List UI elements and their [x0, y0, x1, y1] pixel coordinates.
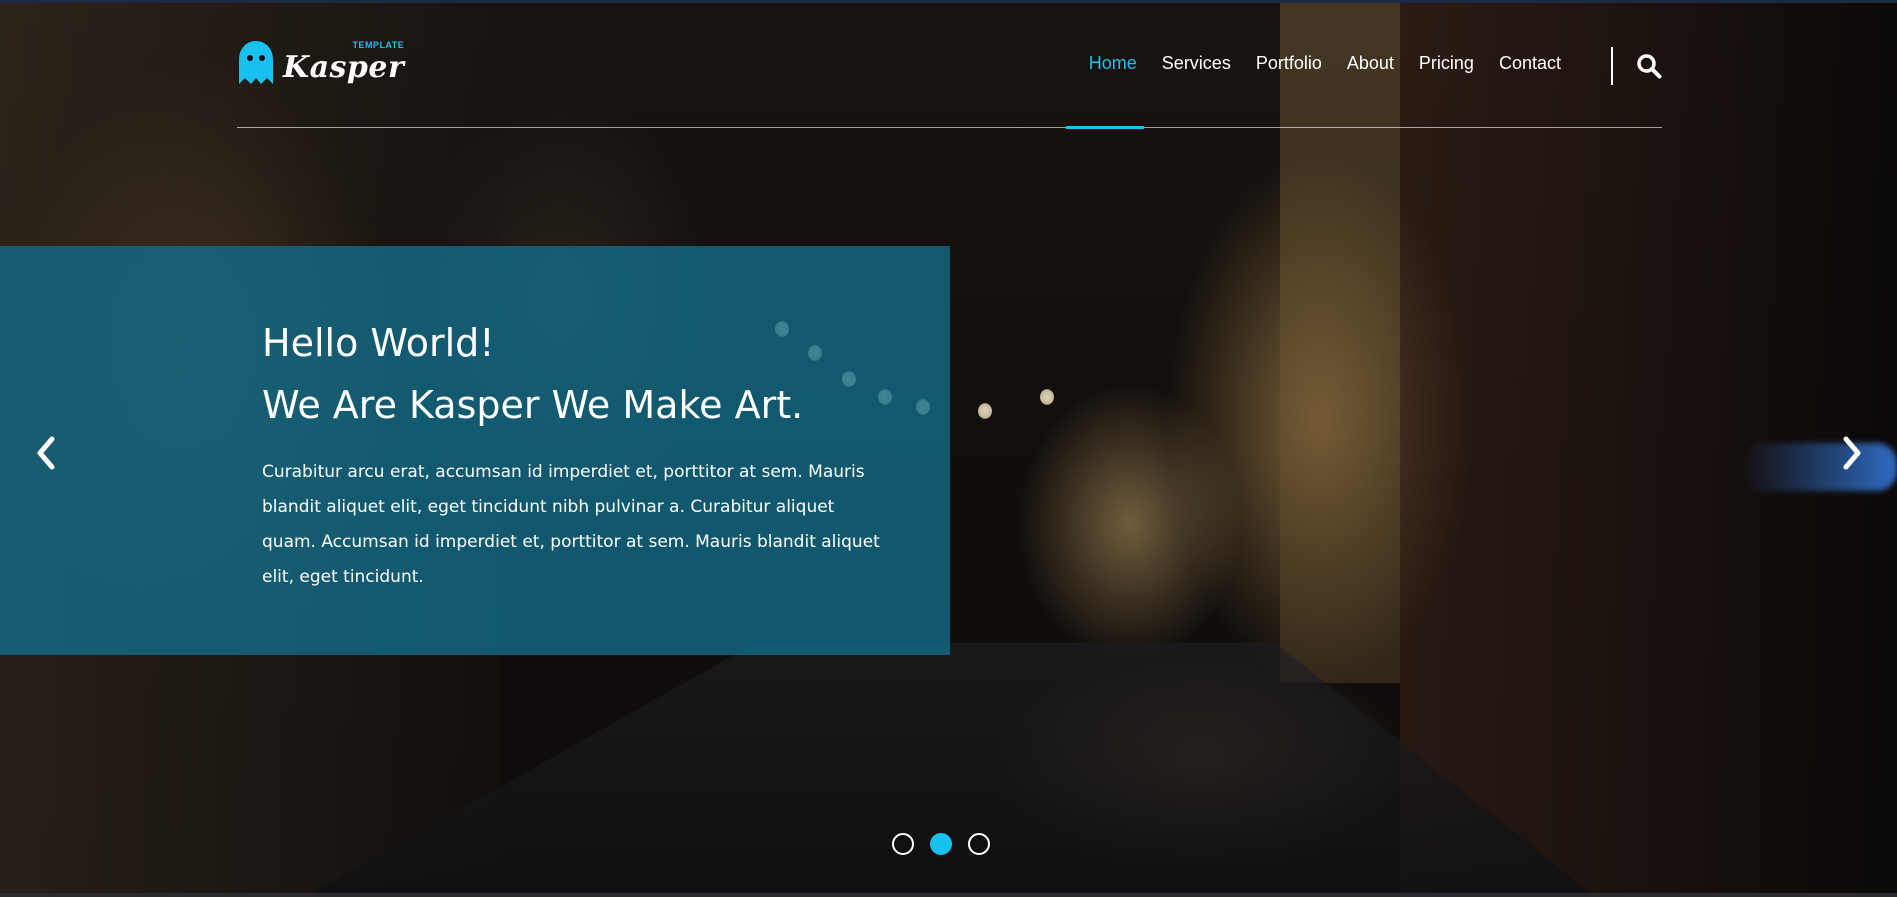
nav-divider: [1611, 47, 1613, 85]
carousel-dot[interactable]: [968, 833, 990, 855]
logo[interactable]: TEMPLATE Kasper: [237, 35, 404, 91]
logo-text: TEMPLATE Kasper: [283, 40, 405, 85]
nav-item-home[interactable]: Home: [1089, 53, 1137, 74]
lantern-light: [978, 403, 992, 419]
nav-item-portfolio[interactable]: Portfolio: [1256, 53, 1322, 74]
ghost-logo-icon: [239, 41, 273, 84]
nav-active-indicator: [1066, 126, 1144, 129]
slide-title-line-2: We Are Kasper We Make Art.: [262, 383, 804, 427]
hero-slider: TEMPLATE Kasper Home Services Portfolio …: [0, 0, 1897, 897]
slide-title-line-1: Hello World!: [262, 321, 495, 365]
carousel-dot-active[interactable]: [930, 833, 952, 855]
chevron-right-icon[interactable]: [1838, 435, 1866, 471]
logo-word: Kasper: [283, 49, 405, 85]
main-nav: Home Services Portfolio About Pricing Co…: [1064, 53, 1561, 74]
logo-tag: TEMPLATE: [352, 39, 405, 50]
carousel-dot[interactable]: [892, 833, 914, 855]
slide-description: Curabitur arcu erat, accumsan id imperdi…: [262, 462, 880, 587]
nav-item-services[interactable]: Services: [1162, 53, 1231, 74]
nav-item-contact[interactable]: Contact: [1499, 53, 1561, 74]
search-icon[interactable]: [1636, 53, 1662, 79]
carousel-indicators: [892, 833, 1006, 855]
nav-item-pricing[interactable]: Pricing: [1419, 53, 1474, 74]
light-streak: [1740, 443, 1897, 491]
bottom-edge: [0, 893, 1897, 897]
slide-title: Hello World! We Are Kasper We Make Art.: [262, 312, 902, 436]
nav-item-about[interactable]: About: [1347, 53, 1394, 74]
chevron-left-icon[interactable]: [32, 435, 60, 471]
site-header: TEMPLATE Kasper Home Services Portfolio …: [237, 35, 1662, 129]
lantern-light: [1040, 389, 1054, 405]
slide-content-panel: Hello World! We Are Kasper We Make Art. …: [0, 246, 950, 655]
